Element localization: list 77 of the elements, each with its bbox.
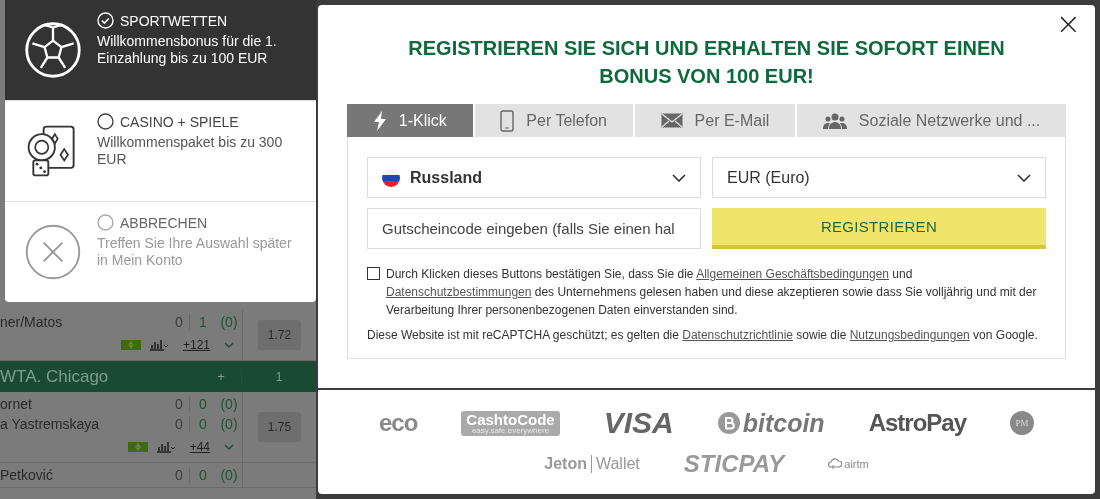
chevron-down-icon[interactable] — [224, 342, 234, 348]
option-title: ABBRECHEN — [120, 214, 208, 231]
point-score: (0) — [219, 416, 239, 432]
payment-logo: bitcoin — [742, 408, 825, 438]
game-score: 0 — [189, 396, 216, 412]
currency-select[interactable]: EUR (Euro) — [712, 157, 1046, 198]
policy-link[interactable]: Nutzungsbedingungen — [849, 328, 970, 342]
game-score: 1 — [189, 314, 216, 330]
country-select[interactable]: Russland — [367, 157, 701, 198]
bonus-option[interactable]: ABBRECHEN Treffen Sie Ihre Auswahl später in Mein Konto — [5, 202, 316, 302]
team-name: ornet — [0, 396, 33, 412]
league-header[interactable]: WTA. Chicago + 1 — [0, 361, 316, 392]
soccer-ball-icon — [23, 20, 83, 80]
logo-slogan: easy.safe.everywhere — [471, 426, 550, 435]
cloud-icon — [828, 458, 843, 470]
radio-circle-icon[interactable] — [97, 214, 114, 231]
option-description: Willkommenspaket bis zu 300 EUR — [97, 134, 284, 168]
payment-logo: Jeton — [544, 455, 592, 473]
lightning-icon — [372, 110, 387, 131]
payment-logo: STICPAY — [683, 450, 785, 478]
tab[interactable]: 1-Klick — [347, 104, 475, 137]
plus-sign: + — [216, 369, 226, 384]
option-title: SPORTWETTEN — [120, 12, 228, 29]
score: 0 — [174, 467, 184, 483]
stats-icon[interactable] — [148, 339, 169, 351]
radio-circle-icon[interactable] — [97, 113, 114, 130]
coupon-field[interactable]: Gutscheincode eingeben (falls Sie einen hal — [367, 208, 701, 249]
modal-title: BONUS VON 100 EUR! — [599, 64, 814, 89]
chevron-down-icon — [1017, 173, 1031, 182]
team-name: a Yastremskaya — [0, 416, 101, 432]
stats-icon[interactable] — [155, 441, 176, 453]
close-button[interactable]: × — [1051, 7, 1085, 41]
people-icon — [822, 112, 847, 129]
point-score: (0) — [219, 314, 239, 330]
coin-icon — [717, 412, 740, 434]
team-name: ner/Matos — [0, 314, 64, 330]
score: 0 — [174, 314, 184, 330]
score: 0 — [174, 416, 184, 432]
payment-logo: VISA — [603, 406, 674, 440]
point-score: (0) — [219, 467, 239, 483]
consent-checkbox[interactable] — [367, 267, 380, 280]
check-circle-icon[interactable] — [97, 12, 114, 29]
policy-link[interactable]: Datenschutzrichtlinie — [682, 328, 793, 342]
phone-icon — [500, 109, 515, 132]
point-score: (0) — [219, 396, 239, 412]
bonus-option[interactable]: SPORTWETTEN Willkommensbonus für die 1. Einzahlung bis zu 100 EUR — [5, 0, 316, 101]
envelope-icon — [660, 113, 683, 128]
register-button[interactable]: REGISTRIEREN — [712, 208, 1046, 249]
game-score: 0 — [189, 416, 216, 432]
logo-name: CashtoCode — [466, 411, 555, 427]
score: 0 — [174, 396, 184, 412]
field-icon[interactable] — [127, 442, 148, 452]
consent-text: Durch Klicken dieses Buttons bestätigen Sie, dass Sie die Allgemeinen Geschäftsbedingungen und Datenschutzbestimmungen des Unternehmens gelesen haben und diese akzeptieren sowie dass Sie volljährig und mit der Verarbeitung Ihrer personenbezogenen Daten einverstanden sind. — [386, 266, 1038, 319]
cancel-circle-icon — [23, 222, 83, 282]
option-description: Willkommensbonus für die 1. Einzahlung bis zu 100 EUR — [97, 33, 278, 67]
option-description: Treffen Sie Ihre Auswahl später in Mein Konto — [97, 235, 293, 269]
chevron-down-icon — [672, 173, 686, 182]
chevron-down-icon[interactable] — [224, 444, 234, 450]
league-name: WTA. Chicago — [0, 366, 110, 387]
team-name: Petković — [0, 467, 54, 483]
option-title: CASINO + SPIELE — [120, 113, 239, 130]
more-markets-link[interactable]: +121 — [182, 338, 210, 352]
terms-link[interactable]: Datenschutzbestimmungen — [386, 285, 532, 299]
flag-icon — [382, 168, 400, 187]
recaptcha-notice: Diese Website ist mit reCAPTCHA geschützt; es gelten die Datenschutzrichtlinie sowie die Nutzungsbedingungen von Google. — [367, 327, 1039, 344]
payment-logo: airtm — [844, 458, 869, 470]
more-markets-link[interactable]: +44 — [189, 440, 210, 454]
bonus-option[interactable]: CASINO + SPIELE Willkommenspaket bis zu 300 EUR — [5, 101, 316, 202]
payment-logo: AstroPay — [868, 409, 966, 437]
field-icon[interactable] — [120, 340, 141, 350]
terms-link[interactable]: Allgemeinen Geschäftsbedingungen — [696, 267, 889, 281]
payment-logo: eco — [378, 409, 418, 437]
modal-title: REGISTRIEREN SIE SICH UND ERHALTEN SIE SOFORT EINEN — [408, 36, 1005, 61]
payment-logo: PM — [1010, 411, 1034, 435]
event-count: 1 — [241, 369, 316, 384]
game-score: 0 — [189, 467, 216, 483]
payment-logo: Wallet — [594, 455, 640, 473]
